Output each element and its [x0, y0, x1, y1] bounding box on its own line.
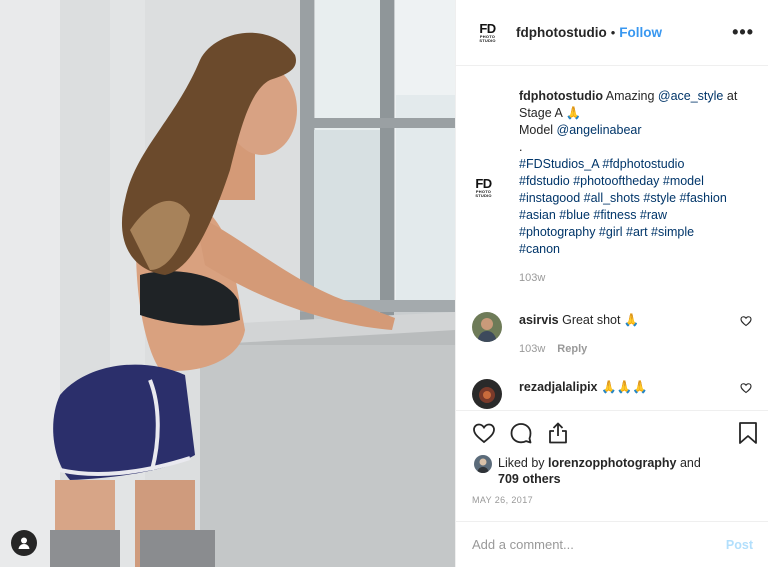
hashtags-5[interactable]: #photography #girl #art #simple	[519, 224, 759, 241]
comment-text: Great shot 🙏	[558, 313, 640, 327]
logo-sub-2: STUDIO	[479, 38, 496, 43]
comments-list[interactable]: FD PHOTO STUDIO fdphotostudio Amazing @a…	[456, 67, 768, 410]
likes-count[interactable]: 709 others	[498, 472, 561, 486]
comment-avatar[interactable]	[472, 312, 502, 342]
hashtags-4[interactable]: #asian #blue #fitness #raw	[519, 207, 759, 224]
post-side-panel: FD PHOTO STUDIO fdphotostudio • Follow •…	[455, 0, 768, 567]
comment-text: 🙏🙏🙏	[597, 380, 648, 394]
comment-like-heart-icon[interactable]	[740, 315, 752, 327]
bookmark-icon[interactable]	[737, 421, 759, 445]
comment-body: rezadjalalipix 🙏🙏🙏	[519, 379, 752, 409]
hashtags-2[interactable]: #fdstudio #photooftheday #model	[519, 173, 759, 190]
comment-username[interactable]: asirvis	[519, 313, 559, 327]
comment-body: asirvis Great shot 🙏 103w Reply	[519, 312, 752, 358]
comment-icon[interactable]	[509, 421, 533, 445]
caption-username[interactable]: fdphotostudio	[519, 89, 603, 103]
mention-angelinabear[interactable]: @angelinabear	[557, 123, 642, 137]
caption-line-3: Model @angelinabear	[519, 122, 759, 139]
comment-item: asirvis Great shot 🙏 103w Reply	[472, 312, 752, 358]
header-username[interactable]: fdphotostudio	[516, 25, 607, 40]
liker-avatar-image	[474, 455, 492, 473]
mention-ace-style[interactable]: @ace_style	[658, 89, 724, 103]
heart-icon[interactable]	[472, 421, 496, 445]
caption-line-2: Stage A 🙏	[519, 106, 582, 120]
likes-text: Liked by lorenzopphotography and 709 othe…	[498, 455, 738, 487]
action-bar	[456, 410, 768, 454]
liker-avatar[interactable]	[474, 455, 492, 473]
user-tag-button[interactable]	[11, 530, 37, 556]
caption-logo-sub-2: STUDIO	[475, 193, 492, 198]
more-options-icon[interactable]: •••	[732, 22, 754, 43]
instagram-post: FD PHOTO STUDIO fdphotostudio • Follow •…	[0, 0, 768, 567]
comment-meta: 103w Reply	[519, 341, 752, 358]
comment-content: asirvis Great shot 🙏	[519, 312, 752, 329]
caption-text: Amazing	[603, 89, 658, 103]
comment-avatar[interactable]	[472, 379, 502, 409]
caption-body: fdphotostudio Amazing @ace_style at Stag…	[519, 88, 759, 287]
comment-content: rezadjalalipix 🙏🙏🙏	[519, 379, 752, 396]
avatar-image	[472, 379, 502, 409]
hashtags-1[interactable]: #FDStudios_A #fdphotostudio	[519, 156, 759, 173]
profile-avatar[interactable]: FD PHOTO STUDIO	[476, 21, 499, 44]
comment-item: rezadjalalipix 🙏🙏🙏	[472, 379, 752, 409]
likes-prefix: Liked by	[498, 456, 549, 470]
photo-illustration	[0, 0, 455, 567]
comment-input[interactable]	[472, 537, 726, 552]
caption-line-4: .	[519, 140, 523, 154]
caption-line-1: fdphotostudio Amazing @ace_style at	[519, 88, 759, 105]
caption-logo: FD PHOTO STUDIO	[472, 176, 495, 199]
share-icon[interactable]	[546, 421, 570, 445]
comment-like-heart-icon[interactable]	[740, 382, 752, 394]
comment-username[interactable]: rezadjalalipix	[519, 380, 598, 394]
avatar-image	[472, 312, 502, 342]
post-comment-button[interactable]: Post	[726, 538, 753, 552]
user-tag-icon	[18, 537, 30, 549]
post-photo[interactable]	[0, 0, 455, 567]
add-comment-bar: Post	[456, 521, 768, 567]
caption-timestamp[interactable]: 103w	[519, 270, 759, 287]
post-date[interactable]: MAY 26, 2017	[472, 495, 533, 505]
post-header: FD PHOTO STUDIO fdphotostudio • Follow •…	[456, 0, 768, 66]
reply-button[interactable]: Reply	[557, 343, 587, 355]
hashtags-3[interactable]: #instagood #all_shots #style #fashion	[519, 190, 759, 207]
header-separator: •	[610, 25, 616, 40]
post-caption: FD PHOTO STUDIO fdphotostudio Amazing @a…	[472, 88, 759, 287]
hashtags-6[interactable]: #canon	[519, 241, 759, 258]
follow-button[interactable]: Follow	[619, 25, 662, 40]
likes-summary: Liked by lorenzopphotography and 709 othe…	[474, 455, 754, 487]
caption-avatar[interactable]: FD PHOTO STUDIO	[472, 176, 504, 287]
liker-username[interactable]: lorenzopphotography	[548, 456, 676, 470]
caption-text-tail: at	[723, 89, 738, 103]
likes-middle: and	[676, 456, 701, 470]
comment-timestamp[interactable]: 103w	[519, 343, 545, 355]
caption-model-label: Model	[519, 123, 557, 137]
